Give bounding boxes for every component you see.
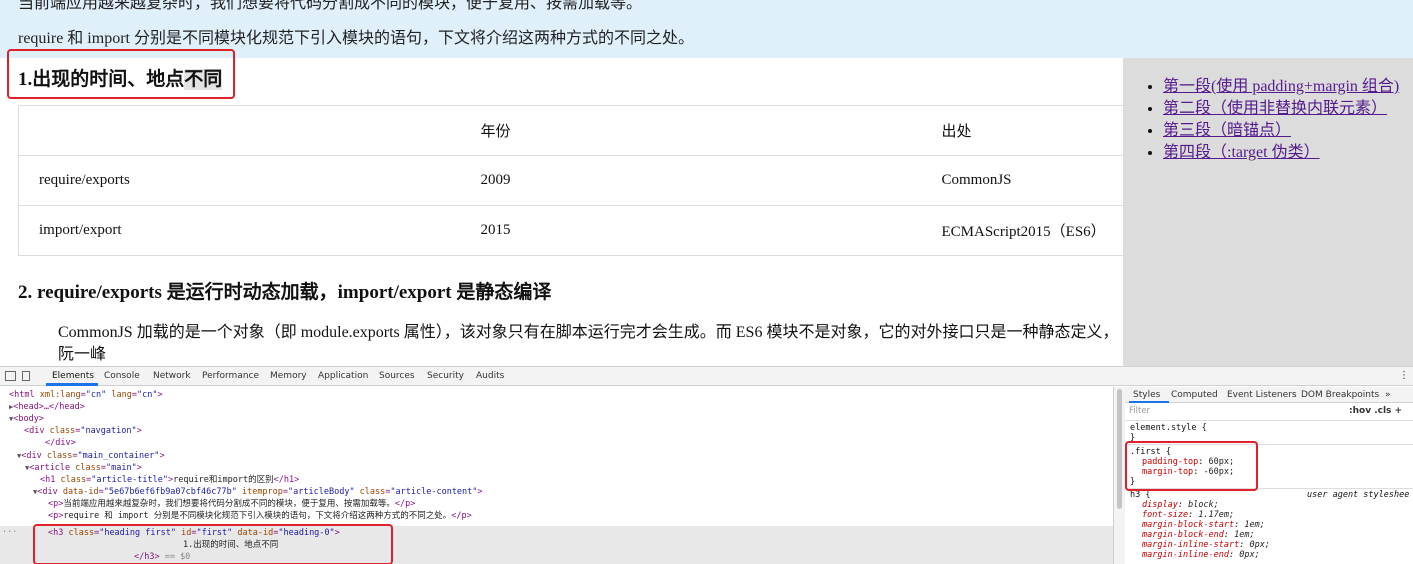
tab-security[interactable]: Security <box>427 371 464 381</box>
sidebar-item: 第二段（使用非替换内联元素） <box>1163 98 1399 120</box>
css-property-margin-block-start: margin-block-start: 1em; <box>1142 520 1265 530</box>
tab-console[interactable]: Console <box>104 371 140 381</box>
table-cell: ECMAScript2015（ES6） <box>921 205 1123 256</box>
elements-scrollbar[interactable] <box>1117 389 1122 509</box>
styles-filter-input[interactable]: Filter <box>1129 406 1349 418</box>
sidebar-item: 第四段（:target 伪类） <box>1163 142 1399 164</box>
more-options-icon[interactable]: ⋮ <box>1399 370 1409 381</box>
intro-line-2: require 和 import 分别是不同模块化规范下引入模块的语句，下文将介… <box>18 30 694 47</box>
table-row: import/export 2015 ECMAScript2015（ES6） <box>18 205 1123 256</box>
device-toolbar-icon[interactable] <box>22 371 30 381</box>
sidebar-link-list: 第一段(使用 padding+margin 组合) 第二段（使用非替换内联元素）… <box>1145 76 1399 164</box>
table-cell: require/exports <box>18 155 461 206</box>
table-header-row: 年份 出处 <box>18 105 1123 156</box>
tab-computed[interactable]: Computed <box>1171 390 1218 400</box>
css-property-margin-inline-start: margin-inline-start: 0px; <box>1142 540 1270 550</box>
panel-divider[interactable] <box>1113 387 1125 564</box>
intro-line-1: 当前端应用越来越复杂时，我们想要将代码分割成不同的模块，便于复用、按需加载等。 <box>18 0 643 12</box>
dom-node-html[interactable]: <html xml:lang="cn" lang="cn"> <box>9 389 163 401</box>
devtools-panel: Elements Console Network Performance Mem… <box>0 366 1413 564</box>
css-property-font-size: font-size: 1.17em; <box>1142 510 1235 520</box>
tab-application[interactable]: Application <box>318 371 368 381</box>
table-header-cell <box>18 105 461 156</box>
table-row: require/exports 2009 CommonJS <box>18 155 1123 206</box>
tab-performance[interactable]: Performance <box>202 371 259 381</box>
dom-node-article[interactable]: ▼<article class="main"> <box>25 462 142 474</box>
tab-network[interactable]: Network <box>153 371 191 381</box>
web-page: 当前端应用越来越复杂时，我们想要将代码分割成不同的模块，便于复用、按需加载等。 … <box>0 0 1413 366</box>
tab-elements[interactable]: Elements <box>52 371 94 381</box>
sidebar-link-4[interactable]: 第四段（:target 伪类） <box>1163 144 1320 161</box>
styles-pane: Styles Computed Event Listeners DOM Brea… <box>1125 387 1413 564</box>
table-cell: 2009 <box>460 155 922 206</box>
annotation-box-h3-node <box>33 524 393 564</box>
annotation-box-heading <box>7 49 235 99</box>
table-header-cell: 年份 <box>460 105 922 156</box>
dom-node-nav-close[interactable]: </div> <box>45 437 76 449</box>
sidebar-link-3[interactable]: 第三段（暗锚点） <box>1163 122 1291 139</box>
dom-node-p-1[interactable]: <p>当前端应用越来越复杂时，我们想要将代码分割成不同的模块，便于复用、按需加载… <box>48 498 415 510</box>
annotation-box-first-rule <box>1125 441 1258 491</box>
element-style-rule[interactable]: element.style { <box>1130 423 1207 433</box>
sidebar-link-2[interactable]: 第二段（使用非替换内联元素） <box>1163 100 1387 117</box>
styles-tabbar: Styles Computed Event Listeners DOM Brea… <box>1125 387 1413 403</box>
styles-filter-buttons[interactable]: :hov .cls + <box>1349 406 1402 416</box>
h3-ua-selector[interactable]: h3 { <box>1130 490 1150 500</box>
paragraph-line-1: CommonJS 加载的是一个对象（即 module.exports 属性），该… <box>58 324 1119 341</box>
sidebar-item: 第一段(使用 padding+margin 组合) <box>1163 76 1399 98</box>
tab-sources[interactable]: Sources <box>379 371 415 381</box>
article-main: 1.出现的时间、地点不同 年份 出处 require/exports 2009 … <box>0 58 1123 366</box>
tab-memory[interactable]: Memory <box>270 371 307 381</box>
elements-dom-tree: <html xml:lang="cn" lang="cn"> ▶<head>…<… <box>0 387 1113 564</box>
sidebar-item: 第三段（暗锚点） <box>1163 120 1399 142</box>
user-agent-stylesheet-label: user agent styleshee <box>1307 490 1410 500</box>
css-property-display: display: block; <box>1142 500 1219 510</box>
dom-node-h1[interactable]: <h1 class="article-title">require和import… <box>40 474 299 486</box>
styles-active-tab-indicator <box>1129 401 1169 403</box>
dom-node-nav[interactable]: <div class="navgation"> <box>24 425 142 437</box>
divider <box>1125 420 1413 421</box>
tab-audits[interactable]: Audits <box>476 371 504 381</box>
sidebar-link-1[interactable]: 第一段(使用 padding+margin 组合) <box>1163 78 1399 95</box>
tab-dom-breakpoints[interactable]: DOM Breakpoints <box>1301 390 1379 400</box>
paragraph-line-2: 阮一峰 <box>58 346 107 363</box>
table-header-cell: 出处 <box>921 105 1123 156</box>
sidebar-nav: 第一段(使用 padding+margin 组合) 第二段（使用非替换内联元素）… <box>1123 58 1413 366</box>
table-cell: import/export <box>18 205 461 256</box>
more-tabs-icon[interactable]: » <box>1385 390 1391 400</box>
active-tab-indicator <box>46 383 98 386</box>
devtools-toolbar: Elements Console Network Performance Mem… <box>0 367 1413 386</box>
article-paragraph: CommonJS 加载的是一个对象（即 module.exports 属性），该… <box>58 322 1123 366</box>
table-cell: 2015 <box>460 205 922 256</box>
dom-node-main-container[interactable]: ▼<div class="main_container"> <box>17 450 165 462</box>
section-heading-2: 2. require/exports 是运行时动态加载，import/expor… <box>18 282 552 303</box>
dom-node-p-2[interactable]: <p>require 和 import 分别是不同模块化规范下引入模块的语句，下… <box>48 510 472 522</box>
dom-node-article-content[interactable]: ▼<div data-id="5e67b6ef6fb9a07cbf46c77b"… <box>33 486 483 498</box>
tab-event-listeners[interactable]: Event Listeners <box>1227 390 1297 400</box>
css-property-margin-block-end: margin-block-end: 1em; <box>1142 530 1255 540</box>
tab-styles[interactable]: Styles <box>1133 390 1160 400</box>
inspect-element-icon[interactable] <box>5 371 16 381</box>
css-property-margin-inline-end: margin-inline-end: 0px; <box>1142 550 1260 560</box>
table-cell: CommonJS <box>921 155 1123 206</box>
dom-ellipsis[interactable]: ... <box>2 524 17 536</box>
comparison-table: 年份 出处 require/exports 2009 CommonJS impo… <box>18 105 1123 256</box>
dom-node-body[interactable]: ▼<body> <box>9 413 44 425</box>
dom-node-head[interactable]: ▶<head>…</head> <box>9 401 85 413</box>
